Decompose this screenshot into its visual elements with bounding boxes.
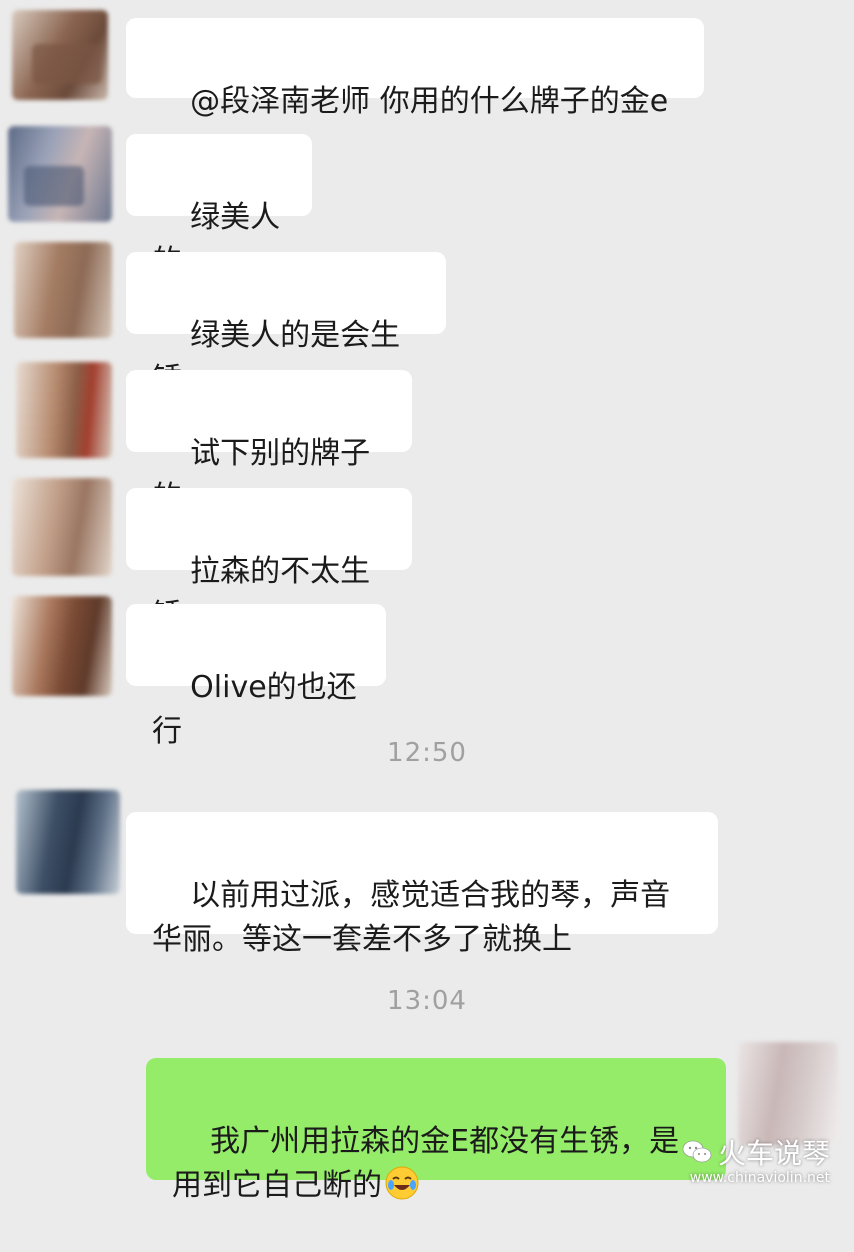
timestamp: 13:04 <box>387 986 467 1016</box>
avatar-blurred[interactable] <box>4 116 122 234</box>
message-text: @段泽南老师 你用的什么牌子的金e <box>190 84 669 119</box>
message-bubble-outgoing[interactable]: 我广州用拉森的金E都没有生锈，是 用到它自己断的 <box>146 1058 726 1203</box>
avatar-blurred[interactable] <box>4 234 122 352</box>
message-text: 以前用过派，感觉适合我的琴，声音 华丽。等这一套差不多了就换上 <box>152 878 671 957</box>
avatar-blurred[interactable] <box>4 352 122 470</box>
avatar-blurred[interactable] <box>4 470 122 588</box>
watermark-title: 火车说琴 <box>717 1137 830 1170</box>
message-bubble[interactable]: Olive的也还行 <box>126 604 386 749</box>
message-bubble[interactable]: 绿美人的 <box>126 134 312 279</box>
watermark: 火车说琴 www.chinaviolin.net <box>682 1132 830 1186</box>
message-text: 我广州用拉森的金E都没有生锈，是 用到它自己断的 <box>172 1124 680 1203</box>
laughing-crying-face-icon <box>385 1166 419 1200</box>
watermark-url: www.chinaviolin.net <box>689 1170 830 1186</box>
message-bubble[interactable]: 拉森的不太生锈 <box>126 488 412 633</box>
wechat-icon <box>682 1140 712 1163</box>
timestamp: 12:50 <box>387 738 467 768</box>
message-bubble[interactable]: 试下别的牌子的 <box>126 370 412 515</box>
avatar-blurred[interactable] <box>4 588 122 706</box>
chat-window: @段泽南老师 你用的什么牌子的金e 绿美人的 绿美人的是会生锈 试下别的牌子的 … <box>0 0 854 1203</box>
message-bubble[interactable]: 绿美人的是会生锈 <box>126 252 446 397</box>
message-bubble[interactable]: 以前用过派，感觉适合我的琴，声音 华丽。等这一套差不多了就换上 <box>126 812 718 957</box>
message-bubble[interactable]: @段泽南老师 你用的什么牌子的金e <box>126 18 704 119</box>
avatar-blurred[interactable] <box>4 4 122 122</box>
avatar-blurred[interactable] <box>8 784 126 902</box>
